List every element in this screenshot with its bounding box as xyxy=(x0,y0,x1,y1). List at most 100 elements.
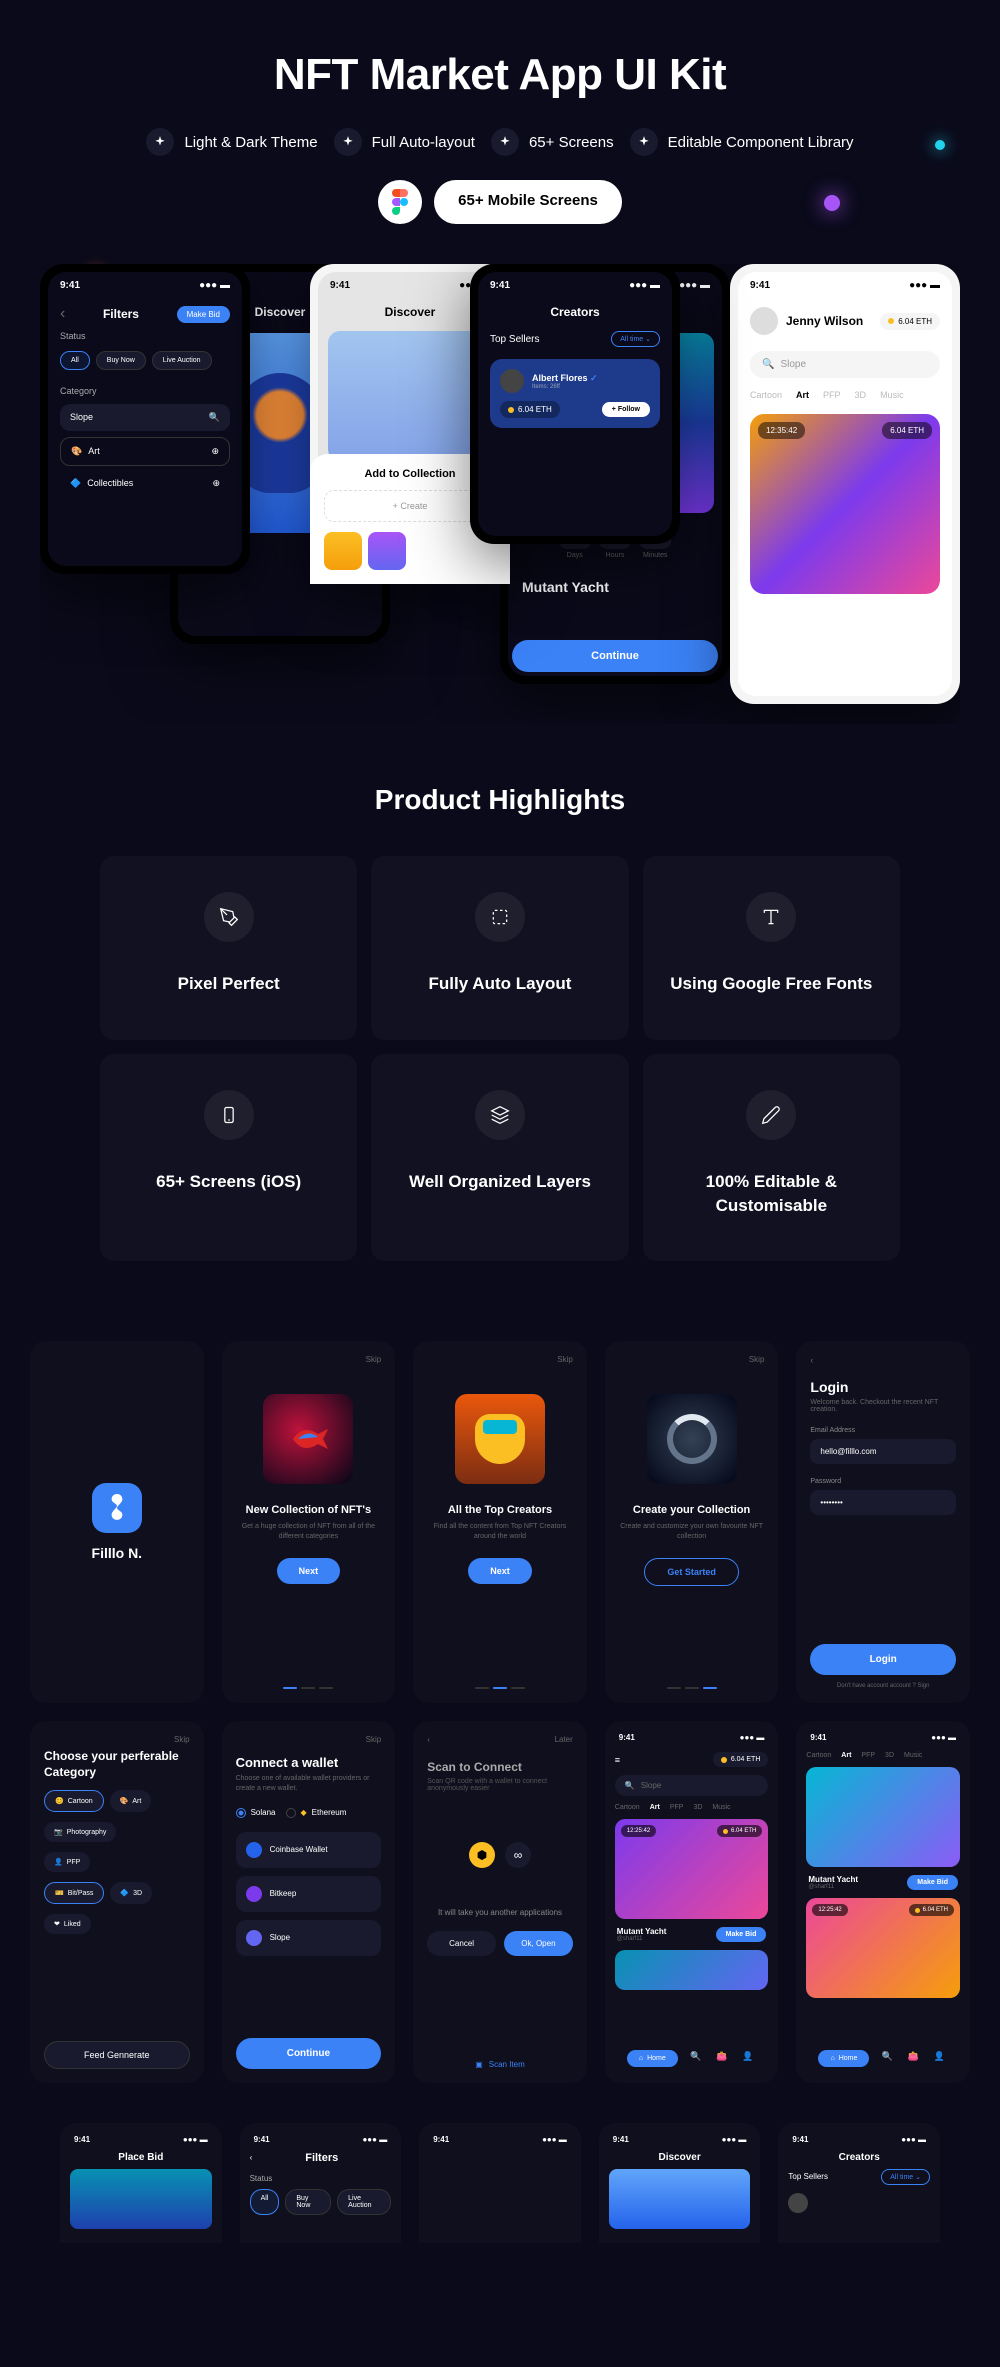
onboard-title: All the Top Creators xyxy=(448,1504,552,1516)
tab-art[interactable]: Art xyxy=(796,390,809,400)
wallet-title: Connect a wallet xyxy=(236,1755,382,1770)
screen-add-collection-partial: 9:41●●● ▬ xyxy=(419,2123,581,2243)
follow-button[interactable]: + Follow xyxy=(602,402,650,417)
cat-photography[interactable]: 📷 Photography xyxy=(44,1822,116,1842)
skip-button[interactable]: Skip xyxy=(557,1355,573,1364)
continue-button[interactable]: Continue xyxy=(236,2038,382,2069)
cat-art[interactable]: Art xyxy=(88,446,100,456)
tab-cartoon[interactable]: Cartoon xyxy=(615,1804,640,1811)
generate-button[interactable]: Feed Gennerate xyxy=(44,2041,190,2069)
search-icon: 🔍 xyxy=(625,1781,635,1790)
make-bid-button[interactable]: Make Bid xyxy=(177,306,230,323)
cat-art[interactable]: 🎨 Art xyxy=(110,1790,152,1812)
status-time: 9:41 xyxy=(613,2135,629,2144)
cat-cartoon[interactable]: 😊 Cartoon xyxy=(44,1790,104,1812)
tab-music[interactable]: Music xyxy=(904,1752,922,1759)
skip-button[interactable]: Skip xyxy=(174,1735,190,1744)
tab-pfp[interactable]: PFP xyxy=(670,1804,684,1811)
back-icon[interactable]: ‹ xyxy=(810,1355,824,1369)
category-search[interactable]: Slope xyxy=(70,412,93,423)
time-filter[interactable]: All time ⌄ xyxy=(881,2169,930,2185)
chip-all[interactable]: All xyxy=(60,351,90,370)
cat-liked[interactable]: ❤ Liked xyxy=(44,1914,91,1934)
ethereum-tab[interactable]: ◆Ethereum xyxy=(286,1808,347,1818)
layers-icon xyxy=(475,1090,525,1140)
later-button[interactable]: Later xyxy=(555,1735,573,1744)
discover-image xyxy=(609,2169,751,2229)
wallet-bitkeep[interactable]: Bitkeep xyxy=(236,1876,382,1912)
nav-profile-icon[interactable]: 👤 xyxy=(742,2051,756,2065)
email-input[interactable]: hello@filllo.com xyxy=(810,1439,956,1464)
cancel-button[interactable]: Cancel xyxy=(427,1931,496,1956)
cat-pass[interactable]: 🎫 Bit/Pass xyxy=(44,1882,104,1904)
search-input[interactable]: 🔍Slope xyxy=(615,1775,769,1796)
chip-live-auction[interactable]: Live Auction xyxy=(152,351,212,370)
nft-owner: @sharf11 xyxy=(617,1936,667,1942)
figma-icon-button[interactable] xyxy=(378,180,422,224)
tab-art[interactable]: Art xyxy=(841,1752,851,1759)
tab-3d[interactable]: 3D xyxy=(885,1752,894,1759)
nav-search-icon[interactable]: 🔍 xyxy=(882,2051,896,2065)
plus-icon[interactable]: ⊕ xyxy=(212,478,220,489)
continue-button[interactable]: Continue xyxy=(512,640,718,672)
bid-button[interactable]: Make Bid xyxy=(716,1927,767,1942)
product-highlights-section: Product Highlights Pixel Perfect Fully A… xyxy=(0,724,1000,1301)
nav-home[interactable]: ⌂ Home xyxy=(818,2050,869,2067)
wallet-slope[interactable]: Slope xyxy=(236,1920,382,1956)
signup-link[interactable]: Don't have account account ? Sign xyxy=(810,1683,956,1689)
chip-buy-now[interactable]: Buy Now xyxy=(96,351,146,370)
creator-avatar xyxy=(788,2193,808,2213)
cat-pfp[interactable]: 👤 PFP xyxy=(44,1852,90,1872)
nav-wallet-icon[interactable]: 👛 xyxy=(908,2051,922,2065)
chip-buy-now[interactable]: Buy Now xyxy=(285,2189,331,2215)
skip-button[interactable]: Skip xyxy=(749,1355,765,1364)
scan-item-button[interactable]: Scan Item xyxy=(489,2060,525,2069)
nav-home[interactable]: ⌂ Home xyxy=(627,2050,678,2067)
chip-all[interactable]: All xyxy=(250,2189,280,2215)
cat-collectibles[interactable]: Collectibles xyxy=(87,478,133,488)
status-time: 9:41 xyxy=(254,2135,270,2144)
back-icon[interactable]: ‹ xyxy=(60,305,65,323)
plus-icon[interactable]: ⊕ xyxy=(211,446,219,457)
tab-music[interactable]: Music xyxy=(880,390,904,400)
tab-pfp[interactable]: PFP xyxy=(861,1752,875,1759)
nav-profile-icon[interactable]: 👤 xyxy=(934,2051,948,2065)
status-time: 9:41 xyxy=(433,2135,449,2144)
status-time: 9:41 xyxy=(490,280,510,291)
password-input[interactable]: •••••••• xyxy=(810,1490,956,1515)
nav-search-icon[interactable]: 🔍 xyxy=(690,2051,704,2065)
time-filter[interactable]: All time ⌄ xyxy=(611,331,660,347)
tab-cartoon[interactable]: Cartoon xyxy=(750,390,782,400)
tab-3d[interactable]: 3D xyxy=(693,1804,702,1811)
ok-button[interactable]: Ok, Open xyxy=(504,1931,573,1956)
screens-count-button[interactable]: 65+ Mobile Screens xyxy=(434,180,622,224)
scan-title: Scan to Connect xyxy=(427,1760,522,1774)
tab-pfp[interactable]: PFP xyxy=(823,390,841,400)
cat-3d[interactable]: 🔷 3D xyxy=(110,1882,152,1904)
back-icon[interactable]: ‹ xyxy=(427,1735,430,1744)
bid-button[interactable]: Make Bid xyxy=(907,1875,958,1890)
tab-cartoon[interactable]: Cartoon xyxy=(806,1752,831,1759)
tab-music[interactable]: Music xyxy=(712,1804,730,1811)
next-button[interactable]: Next xyxy=(277,1558,341,1584)
get-started-button[interactable]: Get Started xyxy=(644,1558,739,1586)
next-button[interactable]: Next xyxy=(468,1558,532,1584)
tab-art[interactable]: Art xyxy=(650,1804,660,1811)
search-placeholder[interactable]: Slope xyxy=(780,359,806,370)
menu-icon[interactable]: ≡ xyxy=(615,1755,620,1765)
chip-live[interactable]: Live Auction xyxy=(337,2189,391,2215)
wallet-coinbase[interactable]: Coinbase Wallet xyxy=(236,1832,382,1868)
skip-button[interactable]: Skip xyxy=(366,1735,382,1744)
app-name: Filllo N. xyxy=(92,1545,143,1561)
skip-button[interactable]: Skip xyxy=(366,1355,382,1364)
login-button[interactable]: Login xyxy=(810,1644,956,1675)
collection-thumb[interactable] xyxy=(324,532,362,570)
collection-thumb[interactable] xyxy=(368,532,406,570)
status-icons: ●●● ▬ xyxy=(183,2135,208,2144)
back-icon[interactable]: ‹ xyxy=(250,2153,253,2162)
nft-price: 6.04 ETH xyxy=(923,1907,948,1913)
nav-wallet-icon[interactable]: 👛 xyxy=(716,2051,730,2065)
phone-icon xyxy=(204,1090,254,1140)
tab-3d[interactable]: 3D xyxy=(855,390,867,400)
solana-tab[interactable]: Solana xyxy=(236,1808,276,1818)
